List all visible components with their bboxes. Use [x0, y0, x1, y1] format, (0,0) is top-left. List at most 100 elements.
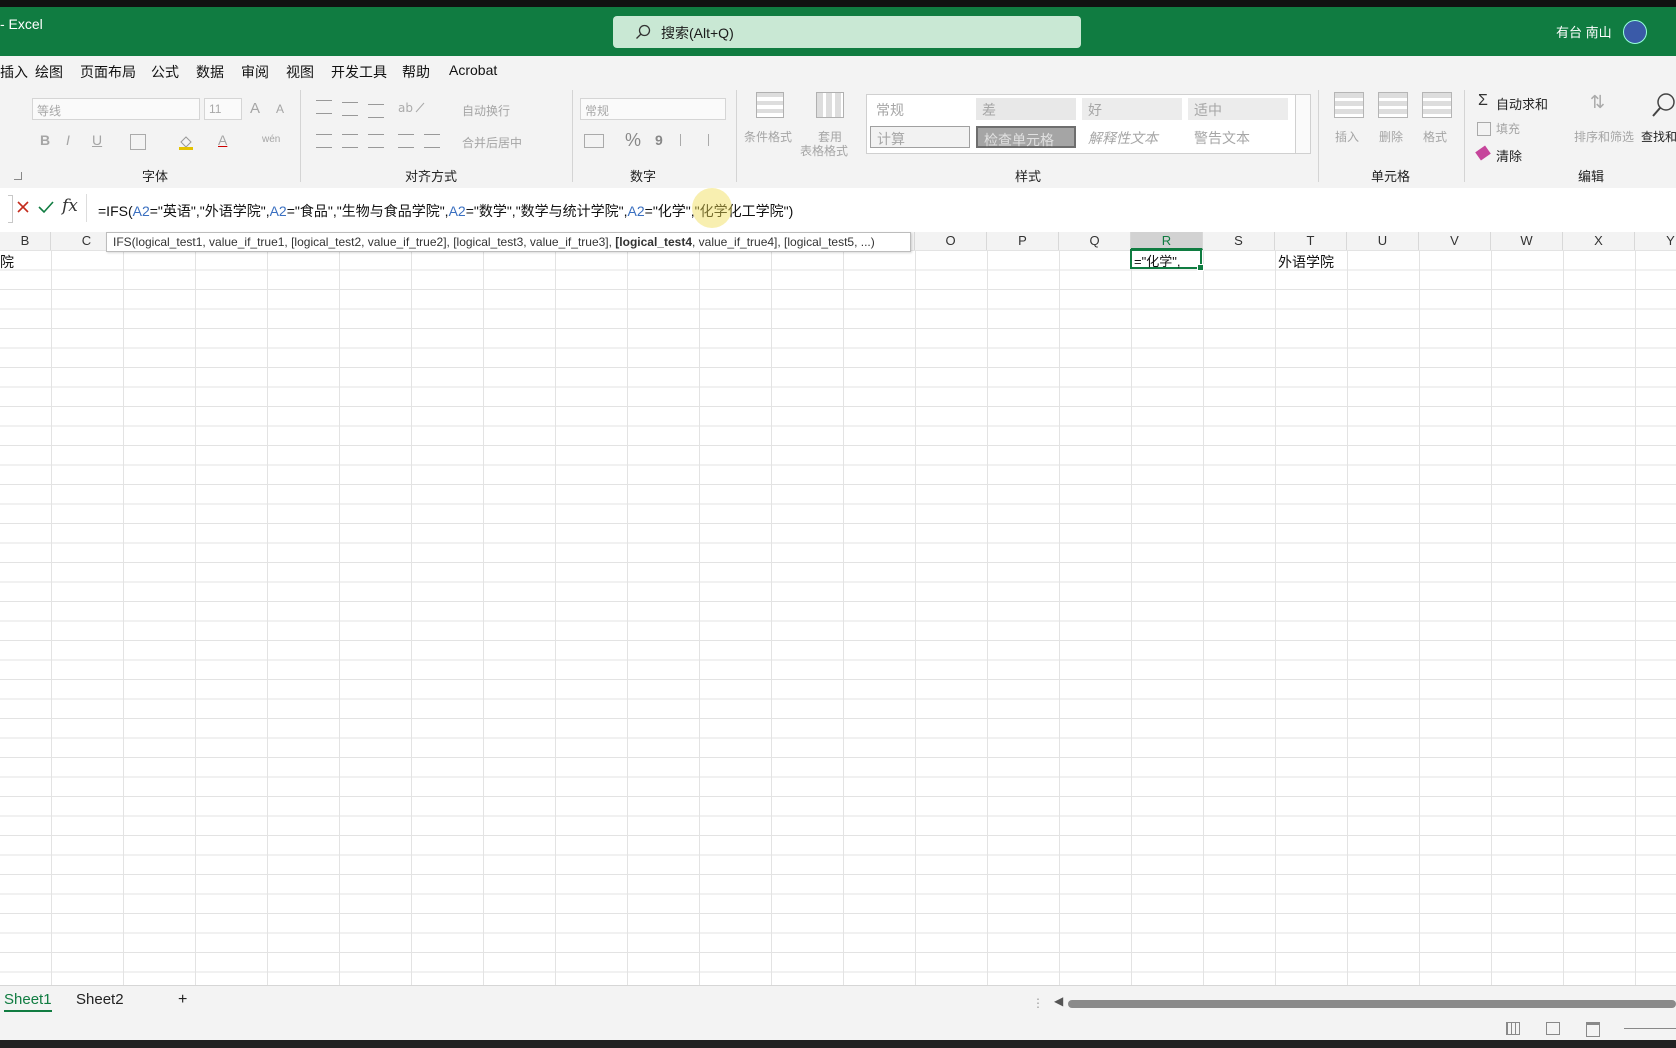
avatar[interactable]	[1623, 20, 1647, 44]
tab-page-layout[interactable]: 页面布局	[80, 62, 136, 82]
format-button[interactable]: 格式	[1423, 128, 1447, 145]
fill-button[interactable]: 填充	[1496, 120, 1520, 137]
merge-center-button[interactable]: 合并后居中	[462, 134, 522, 151]
scroll-left-icon[interactable]: ◀	[1054, 994, 1063, 1008]
column-header-q[interactable]: Q	[1059, 232, 1131, 250]
font-color-button[interactable]: A	[218, 132, 227, 148]
align-right-icon[interactable]	[368, 134, 384, 148]
autosum-button[interactable]: 自动求和	[1496, 94, 1548, 113]
style-check-cell[interactable]: 检查单元格	[976, 126, 1076, 148]
column-header-v[interactable]: V	[1419, 232, 1491, 250]
insert-function-button[interactable]: fx	[62, 196, 78, 216]
conditional-format-icon[interactable]	[756, 92, 784, 118]
percent-button[interactable]: %	[625, 130, 641, 151]
cell-a2-partial[interactable]: 院	[0, 252, 14, 272]
column-header-s[interactable]: S	[1203, 232, 1275, 250]
style-good[interactable]: 好	[1082, 98, 1182, 120]
delete-cells-icon[interactable]	[1378, 92, 1408, 118]
align-center-icon[interactable]	[342, 134, 358, 148]
zoom-slider[interactable]	[1624, 1028, 1676, 1029]
column-header-r[interactable]: R	[1131, 232, 1203, 250]
tab-draw[interactable]: 绘图	[35, 62, 63, 82]
italic-button[interactable]: I	[66, 132, 70, 148]
sort-filter-icon[interactable]: ⇅	[1590, 92, 1605, 113]
style-neutral[interactable]: 适中	[1188, 98, 1288, 120]
align-top-icon[interactable]	[316, 100, 332, 114]
fill-icon[interactable]	[1477, 122, 1491, 136]
tab-review[interactable]: 审阅	[241, 62, 269, 82]
font-size-combo[interactable]: 11	[204, 98, 242, 120]
tab-acrobat[interactable]: Acrobat	[449, 62, 497, 78]
increase-decimal-icon[interactable]	[680, 134, 695, 146]
column-header-y[interactable]: Y	[1635, 232, 1676, 250]
page-layout-view-icon[interactable]	[1546, 1022, 1560, 1035]
clear-button[interactable]: 清除	[1496, 146, 1522, 165]
column-header-t[interactable]: T	[1275, 232, 1347, 250]
sheet-tab-sheet2[interactable]: Sheet2	[76, 991, 124, 1008]
column-header-x[interactable]: X	[1563, 232, 1635, 250]
find-icon[interactable]	[1652, 92, 1676, 121]
column-header-w[interactable]: W	[1491, 232, 1563, 250]
column-header-u[interactable]: U	[1347, 232, 1419, 250]
search-box[interactable]: 搜索(Alt+Q)	[613, 16, 1081, 48]
formula-input[interactable]: =IFS(A2="英语","外语学院",A2="食品","生物与食品学院",A2…	[98, 201, 793, 221]
increase-indent-icon[interactable]	[424, 134, 440, 148]
page-break-view-icon[interactable]	[1586, 1022, 1600, 1037]
insert-cells-icon[interactable]	[1334, 92, 1364, 118]
tab-data[interactable]: 数据	[196, 62, 224, 82]
name-box-edge[interactable]	[8, 195, 13, 223]
gallery-scroll[interactable]	[1295, 94, 1311, 154]
align-bottom-icon[interactable]	[368, 104, 384, 118]
tab-help[interactable]: 帮助	[402, 62, 430, 82]
font-name-combo[interactable]: 等线	[32, 98, 200, 120]
border-icon[interactable]	[130, 134, 146, 150]
style-explanatory[interactable]: 解释性文本	[1082, 126, 1182, 148]
tooltip-current-arg[interactable]: [logical_test4	[615, 235, 692, 249]
enter-icon[interactable]	[38, 200, 54, 217]
cell-grid[interactable]	[0, 250, 1676, 985]
currency-icon[interactable]	[584, 134, 604, 148]
add-sheet-button[interactable]: +	[178, 991, 187, 1009]
table-format-icon[interactable]	[816, 92, 844, 118]
normal-view-icon[interactable]	[1506, 1022, 1520, 1035]
align-left-icon[interactable]	[316, 134, 332, 148]
tab-splitter-icon[interactable]: ⋮	[1032, 996, 1044, 1010]
column-header-o[interactable]: O	[915, 232, 987, 250]
decrease-indent-icon[interactable]	[398, 134, 414, 148]
tab-formulas[interactable]: 公式	[151, 62, 179, 82]
sigma-icon[interactable]: Σ	[1478, 92, 1488, 110]
tab-insert[interactable]: 插入	[0, 62, 28, 82]
align-middle-icon[interactable]	[342, 102, 358, 116]
orientation-icon[interactable]: ab	[398, 100, 426, 117]
style-calculation[interactable]: 计算	[870, 126, 970, 148]
tab-developer[interactable]: 开发工具	[331, 62, 387, 82]
sheet-tab-sheet1[interactable]: Sheet1	[4, 991, 52, 1012]
style-normal[interactable]: 常规	[870, 98, 970, 120]
user-name[interactable]: 有台 南山	[1556, 22, 1612, 41]
bold-button[interactable]: B	[40, 132, 50, 148]
active-cell-r2[interactable]: ="化学",	[1130, 249, 1204, 271]
number-format-combo[interactable]: 常规	[580, 98, 726, 120]
fill-color-icon[interactable]	[178, 134, 194, 153]
dialog-launcher-icon[interactable]	[14, 172, 22, 180]
decrease-decimal-icon[interactable]	[708, 134, 723, 146]
column-header-p[interactable]: P	[987, 232, 1059, 250]
grow-font-button[interactable]: A	[250, 100, 260, 117]
tab-view[interactable]: 视图	[286, 62, 314, 82]
style-warning[interactable]: 警告文本	[1188, 126, 1288, 148]
wrap-text-button[interactable]: 自动换行	[462, 102, 510, 119]
column-header-b[interactable]: B	[0, 232, 51, 250]
cancel-icon[interactable]	[16, 200, 30, 217]
sort-filter-button[interactable]: 排序和筛选	[1574, 128, 1634, 145]
delete-button[interactable]: 删除	[1379, 128, 1403, 145]
fill-handle[interactable]	[1197, 264, 1204, 271]
underline-button[interactable]: U	[92, 132, 102, 148]
table-format-line2[interactable]: 表格格式	[800, 142, 848, 159]
horizontal-scrollbar[interactable]	[1068, 1000, 1676, 1008]
shrink-font-button[interactable]: A	[276, 102, 284, 116]
style-bad[interactable]: 差	[976, 98, 1076, 120]
format-cells-icon[interactable]	[1422, 92, 1452, 118]
comma-button[interactable]: 9	[655, 132, 663, 148]
conditional-format-button[interactable]: 条件格式	[744, 128, 792, 145]
eraser-icon[interactable]	[1475, 145, 1491, 161]
